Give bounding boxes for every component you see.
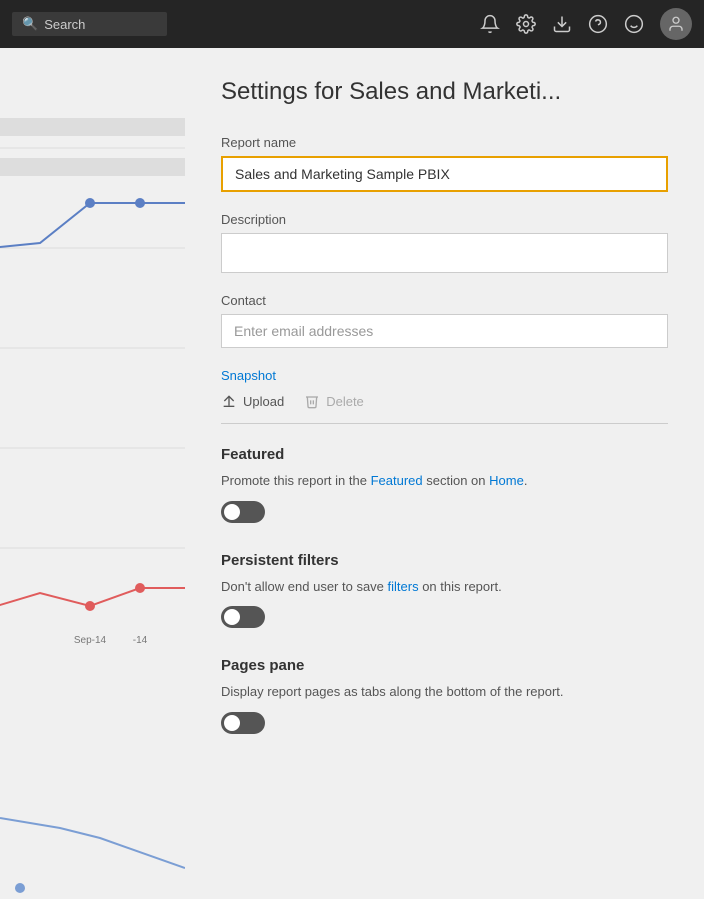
report-name-input[interactable]: [221, 156, 668, 192]
persistent-filters-section: Persistent filters Don't allow end user …: [221, 552, 668, 634]
persistent-filters-toggle-track: [221, 606, 265, 628]
help-icon[interactable]: [588, 14, 608, 34]
contact-label: Contact: [221, 293, 668, 308]
description-input[interactable]: [221, 233, 668, 273]
smiley-icon[interactable]: [624, 14, 644, 34]
settings-panel: Settings for Sales and Marketi... Report…: [185, 48, 704, 899]
svg-text:Sep-14: Sep-14: [74, 635, 107, 646]
featured-heading: Featured: [221, 446, 668, 463]
main-area: Sep-14 -14 Settings for Sales and Market…: [0, 48, 704, 899]
report-name-label: Report name: [221, 135, 668, 150]
chart-background: Sep-14 -14: [0, 48, 185, 899]
description-group: Description: [221, 212, 668, 273]
upload-label: Upload: [243, 394, 284, 409]
featured-toggle[interactable]: [221, 501, 265, 523]
delete-label: Delete: [326, 394, 364, 409]
bell-icon[interactable]: [480, 14, 500, 34]
featured-section: Featured Promote this report in the Feat…: [221, 446, 668, 528]
persistent-filters-toggle[interactable]: [221, 606, 265, 628]
search-icon: 🔍: [22, 16, 38, 32]
pages-pane-toggle[interactable]: [221, 712, 265, 734]
download-icon[interactable]: [552, 14, 572, 34]
panel-title: Settings for Sales and Marketi...: [221, 76, 668, 107]
pages-pane-desc: Display report pages as tabs along the b…: [221, 682, 668, 702]
pages-pane-heading: Pages pane: [221, 657, 668, 674]
report-name-group: Report name: [221, 135, 668, 192]
snapshot-group: Snapshot Upload: [221, 368, 668, 424]
upload-button[interactable]: Upload: [221, 393, 284, 409]
featured-toggle-thumb: [224, 504, 240, 520]
delete-button[interactable]: Delete: [304, 393, 364, 409]
pages-pane-section: Pages pane Display report pages as tabs …: [221, 657, 668, 739]
topbar-icons: [480, 8, 692, 40]
featured-toggle-track: [221, 501, 265, 523]
contact-input[interactable]: [221, 314, 668, 348]
persistent-filters-desc: Don't allow end user to save filters on …: [221, 577, 668, 597]
persistent-filters-toggle-thumb: [224, 609, 240, 625]
search-label: Search: [44, 17, 85, 32]
svg-text:-14: -14: [133, 635, 148, 646]
avatar[interactable]: [660, 8, 692, 40]
snapshot-actions: Upload Delete: [221, 393, 668, 424]
pages-pane-toggle-track: [221, 712, 265, 734]
featured-desc: Promote this report in the Featured sect…: [221, 471, 668, 491]
persistent-filters-heading: Persistent filters: [221, 552, 668, 569]
snapshot-label: Snapshot: [221, 368, 668, 383]
pages-pane-toggle-thumb: [224, 715, 240, 731]
search-box[interactable]: 🔍 Search: [12, 12, 167, 36]
settings-icon[interactable]: [516, 14, 536, 34]
description-label: Description: [221, 212, 668, 227]
contact-group: Contact: [221, 293, 668, 348]
topbar: 🔍 Search: [0, 0, 704, 48]
